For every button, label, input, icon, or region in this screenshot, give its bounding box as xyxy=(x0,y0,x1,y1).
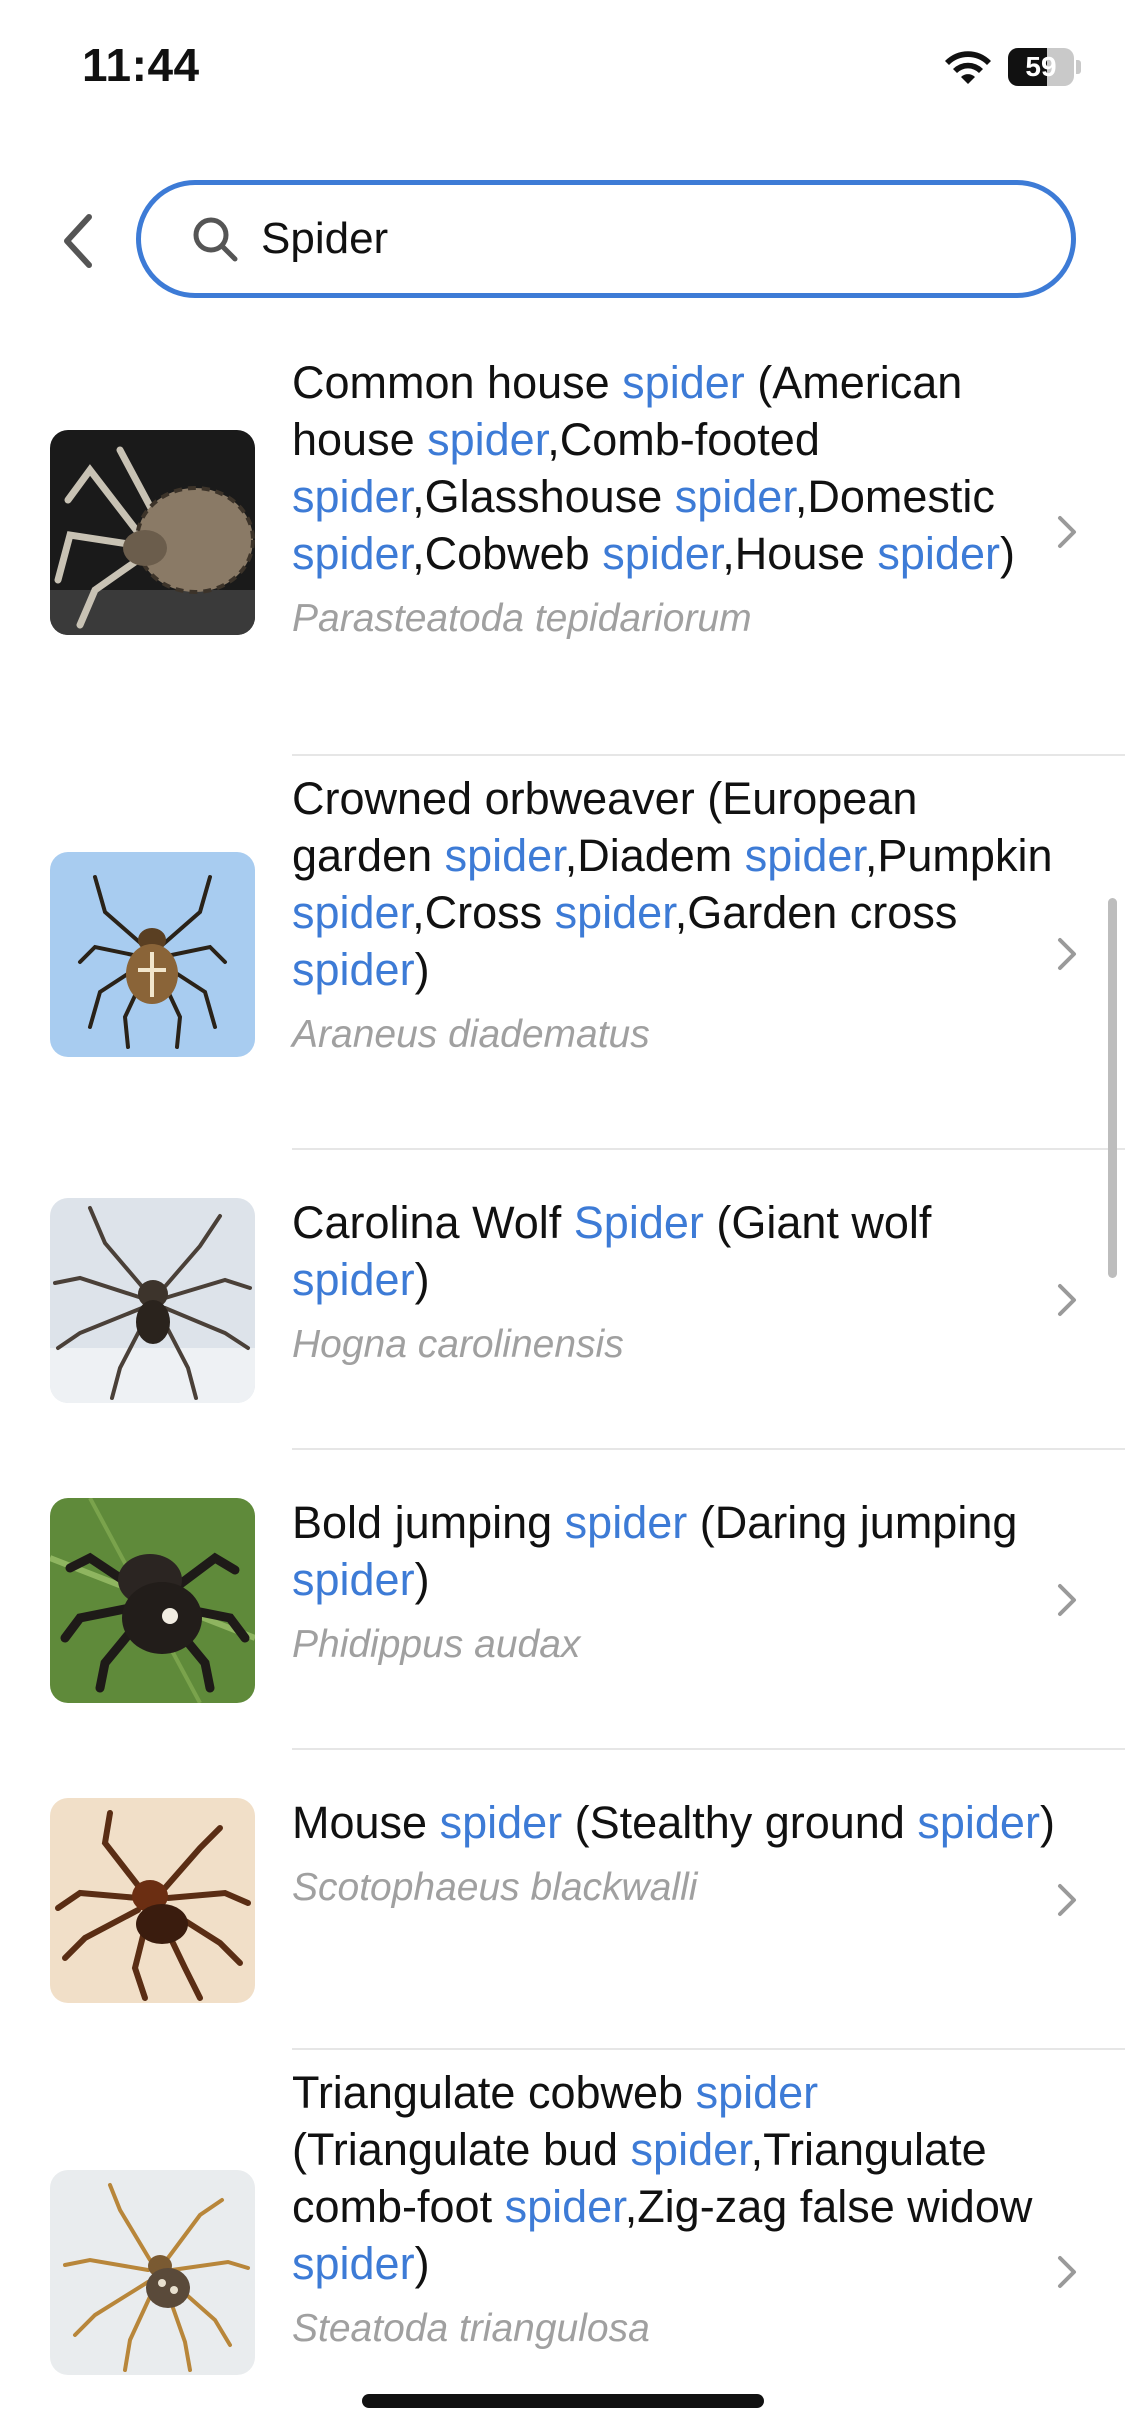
name-text: ) xyxy=(414,944,430,995)
search-match-highlight: spider xyxy=(292,944,415,995)
chevron-right-icon xyxy=(1058,1284,1076,1316)
status-bar: 11:44 59 xyxy=(0,0,1125,140)
search-match-highlight: spider xyxy=(292,471,413,522)
common-name: Carolina Wolf Spider (Giant wolf spider) xyxy=(292,1194,1062,1308)
search-match-highlight: spider xyxy=(554,887,675,938)
name-text: ,Domestic xyxy=(794,471,995,522)
search-match-highlight: spider xyxy=(564,1497,688,1548)
common-name: Crowned orbweaver (European garden spide… xyxy=(292,770,1062,998)
name-text: (Giant wolf xyxy=(703,1197,932,1248)
scientific-name: Hogna carolinensis xyxy=(292,1323,624,1366)
search-match-highlight: spider xyxy=(695,2067,819,2118)
name-text: ,Cobweb xyxy=(412,528,603,579)
search-match-highlight: spider xyxy=(439,1797,563,1848)
name-text: ) xyxy=(1039,1797,1055,1848)
name-text: ,Diadem xyxy=(564,830,745,881)
result-row[interactable]: Triangulate cobweb spider (Triangulate b… xyxy=(0,2050,1125,2436)
search-input[interactable] xyxy=(261,205,1041,273)
wifi-icon xyxy=(945,51,991,84)
common-name: Common house spider (American house spid… xyxy=(292,354,1062,582)
orbweaver-photo xyxy=(50,852,255,1057)
search-match-highlight: spider xyxy=(622,357,745,408)
result-row[interactable]: Common house spider (American house spid… xyxy=(0,340,1125,756)
house-spider-photo xyxy=(50,430,255,635)
wolf-spider-photo xyxy=(50,1198,255,1403)
scientific-name: Araneus diadematus xyxy=(292,1013,650,1056)
name-text: Bold jumping xyxy=(292,1497,565,1548)
name-text: ,Pumpkin xyxy=(864,830,1053,881)
chevron-left-icon xyxy=(64,214,92,268)
name-text: Common house xyxy=(292,357,623,408)
common-name: Triangulate cobweb spider (Triangulate b… xyxy=(292,2064,1062,2292)
search-match-highlight: spider xyxy=(630,2124,751,2175)
search-match-highlight: spider xyxy=(744,830,865,881)
name-text: ,Garden cross xyxy=(674,887,958,938)
screen: 11:44 59 Spider Common house spider (Ame… xyxy=(0,0,1125,2436)
search-match-highlight: spider xyxy=(674,471,795,522)
name-text: ,Glasshouse xyxy=(412,471,675,522)
search-match-highlight: spider xyxy=(292,1254,415,1305)
jumping-spider-photo xyxy=(50,1498,255,1703)
scientific-name: Scotophaeus blackwalli xyxy=(292,1866,698,1909)
status-time: 11:44 xyxy=(82,39,200,91)
search-match-highlight: spider xyxy=(292,528,413,579)
common-name: Mouse spider (Stealthy ground spider) xyxy=(292,1794,1062,1851)
search-match-highlight: spider xyxy=(444,830,565,881)
search-match-highlight: spider xyxy=(602,528,723,579)
search-box[interactable] xyxy=(136,180,1076,298)
scrollbar[interactable] xyxy=(1108,898,1117,1278)
triangulate-spider-photo xyxy=(50,2170,255,2375)
chevron-right-icon xyxy=(1058,516,1076,548)
name-text: Triangulate cobweb xyxy=(292,2067,696,2118)
search-match-highlight: Spider xyxy=(573,1197,704,1248)
search-match-highlight: spider xyxy=(877,528,1000,579)
scientific-name: Phidippus audax xyxy=(292,1623,581,1666)
result-row[interactable]: Mouse spider (Stealthy ground spider) Sc… xyxy=(0,1750,1125,2050)
battery-level: 59 xyxy=(1025,51,1057,82)
search-match-highlight: spider xyxy=(917,1797,1040,1848)
search-icon xyxy=(193,217,238,262)
search-match-highlight: spider xyxy=(292,2238,415,2289)
name-text: ) xyxy=(414,1254,430,1305)
name-text: (Daring jumping xyxy=(687,1497,1018,1548)
name-text: ) xyxy=(414,1554,430,1605)
search-match-highlight: spider xyxy=(427,414,548,465)
name-text: ,House xyxy=(722,528,878,579)
name-text: ) xyxy=(999,528,1015,579)
chevron-right-icon xyxy=(1058,1884,1076,1916)
name-text: Carolina Wolf xyxy=(292,1197,574,1248)
result-row[interactable]: Crowned orbweaver (European garden spide… xyxy=(0,756,1125,1150)
name-text: (Triangulate bud xyxy=(292,2124,631,2175)
search-match-highlight: spider xyxy=(292,887,413,938)
result-row[interactable]: Carolina Wolf Spider (Giant wolf spider)… xyxy=(0,1150,1125,1450)
battery-icon: 59 xyxy=(1008,48,1081,86)
name-text: Mouse xyxy=(292,1797,440,1848)
scientific-name: Steatoda triangulosa xyxy=(292,2307,650,2350)
search-match-highlight: spider xyxy=(504,2181,625,2232)
chevron-right-icon xyxy=(1058,1584,1076,1616)
result-row[interactable]: Bold jumping spider (Daring jumping spid… xyxy=(0,1450,1125,1750)
home-indicator[interactable] xyxy=(362,2394,764,2408)
mouse-spider-photo xyxy=(50,1798,255,2003)
scientific-name: Parasteatoda tepidariorum xyxy=(292,597,752,640)
name-text: ,Zig-zag false widow xyxy=(624,2181,1033,2232)
name-text: ) xyxy=(414,2238,430,2289)
name-text: ,Cross xyxy=(412,887,555,938)
back-button[interactable] xyxy=(50,206,106,276)
name-text: (Stealthy ground xyxy=(562,1797,918,1848)
common-name: Bold jumping spider (Daring jumping spid… xyxy=(292,1494,1062,1608)
name-text: ,Comb-footed xyxy=(547,414,820,465)
chevron-right-icon xyxy=(1058,938,1076,970)
chevron-right-icon xyxy=(1058,2256,1076,2288)
search-match-highlight: spider xyxy=(292,1554,415,1605)
